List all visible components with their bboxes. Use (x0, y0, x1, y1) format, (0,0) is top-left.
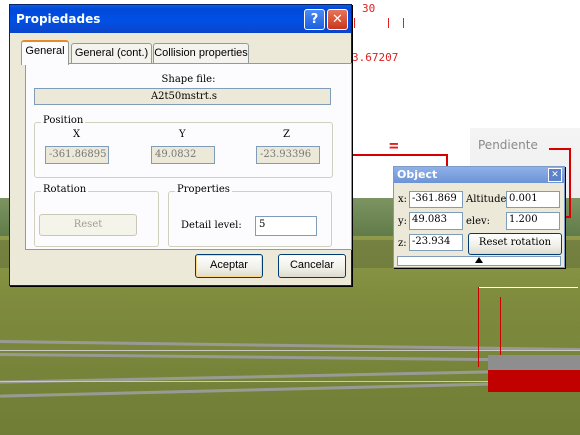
position-group-title: Position (41, 115, 86, 126)
equals-mark: = (389, 136, 399, 155)
tab-general-cont[interactable]: General (cont.) (71, 43, 152, 64)
tick-mark (388, 18, 389, 28)
slider-thumb-icon[interactable] (475, 257, 483, 263)
z-label: Z (283, 129, 290, 140)
rail-ties (0, 350, 580, 351)
tick-mark (354, 18, 355, 28)
object-y-label: y: (398, 216, 408, 227)
properties-group-title: Properties (175, 184, 232, 195)
tab-collision-properties[interactable]: Collision properties (153, 43, 249, 64)
rotation-group: Rotation Reset (34, 184, 159, 247)
object-slider-track[interactable] (397, 256, 561, 266)
position-x-field[interactable]: -361.86895 (45, 146, 109, 164)
object-y-field[interactable]: 49.083 (409, 212, 463, 230)
tab-general[interactable]: General (21, 40, 69, 65)
object-panel: Object ✕ x: -361.869 y: 49.083 z: -23.93… (393, 166, 565, 268)
reset-rotation-button[interactable]: Reset (39, 214, 137, 236)
altitude-label: Altitude (466, 194, 507, 205)
dialog-title: Propiedades (16, 12, 101, 26)
top-readout: 30 (362, 2, 376, 15)
elev-label: elev: (466, 216, 491, 227)
shape-file-label: Shape file: (161, 74, 216, 85)
detail-level-input[interactable]: 5 (255, 216, 317, 236)
cancel-button[interactable]: Cancelar (278, 254, 346, 278)
object-z-field[interactable]: -23.934 (409, 234, 463, 251)
side-readout: 3.67207 (352, 51, 399, 64)
track-segment-selected (488, 355, 580, 370)
altitude-field[interactable]: 0.001 (506, 191, 560, 208)
rotation-group-title: Rotation (41, 184, 89, 195)
propiedades-dialog: Propiedades ? ✕ General General (cont.) … (9, 4, 352, 286)
object-panel-close-button[interactable]: ✕ (548, 168, 562, 182)
close-button[interactable]: ✕ (327, 9, 348, 30)
dialog-titlebar[interactable]: Propiedades ? ✕ (10, 5, 351, 33)
object-x-field[interactable]: -361.869 (409, 191, 463, 208)
track-segment-highlight (488, 370, 580, 392)
accept-button[interactable]: Aceptar (195, 254, 263, 278)
tab-panel-general: Shape file: A2t50mstrt.s Position X Y Z … (25, 63, 352, 250)
rail-ties (0, 381, 520, 382)
annotation-arrow-line (549, 148, 571, 150)
annotation-arrow-line (569, 148, 571, 218)
object-reset-rotation-button[interactable]: Reset rotation (468, 233, 562, 255)
position-group: Position X Y Z -361.86895 49.0832 -23.93… (34, 115, 333, 178)
detail-level-label: Detail level: (181, 220, 242, 231)
position-y-field[interactable]: 49.0832 (151, 146, 215, 164)
object-z-label: z: (398, 238, 407, 249)
wireframe-edge (478, 287, 479, 367)
tick-mark (403, 18, 404, 28)
x-label: X (73, 129, 81, 140)
wireframe-edge (478, 287, 578, 288)
object-x-label: x: (398, 194, 408, 205)
object-panel-titlebar[interactable]: Object ✕ (394, 167, 564, 183)
wireframe-edge (500, 297, 501, 362)
y-label: Y (179, 129, 186, 140)
elev-field[interactable]: 1.200 (506, 212, 560, 230)
help-button[interactable]: ? (304, 9, 325, 30)
object-panel-title: Object (397, 168, 438, 181)
position-z-field[interactable]: -23.93396 (256, 146, 320, 164)
properties-group: Properties Detail level: 5 (168, 184, 332, 247)
pendiente-label: Pendiente (478, 138, 538, 152)
shape-file-field: A2t50mstrt.s (34, 88, 331, 105)
